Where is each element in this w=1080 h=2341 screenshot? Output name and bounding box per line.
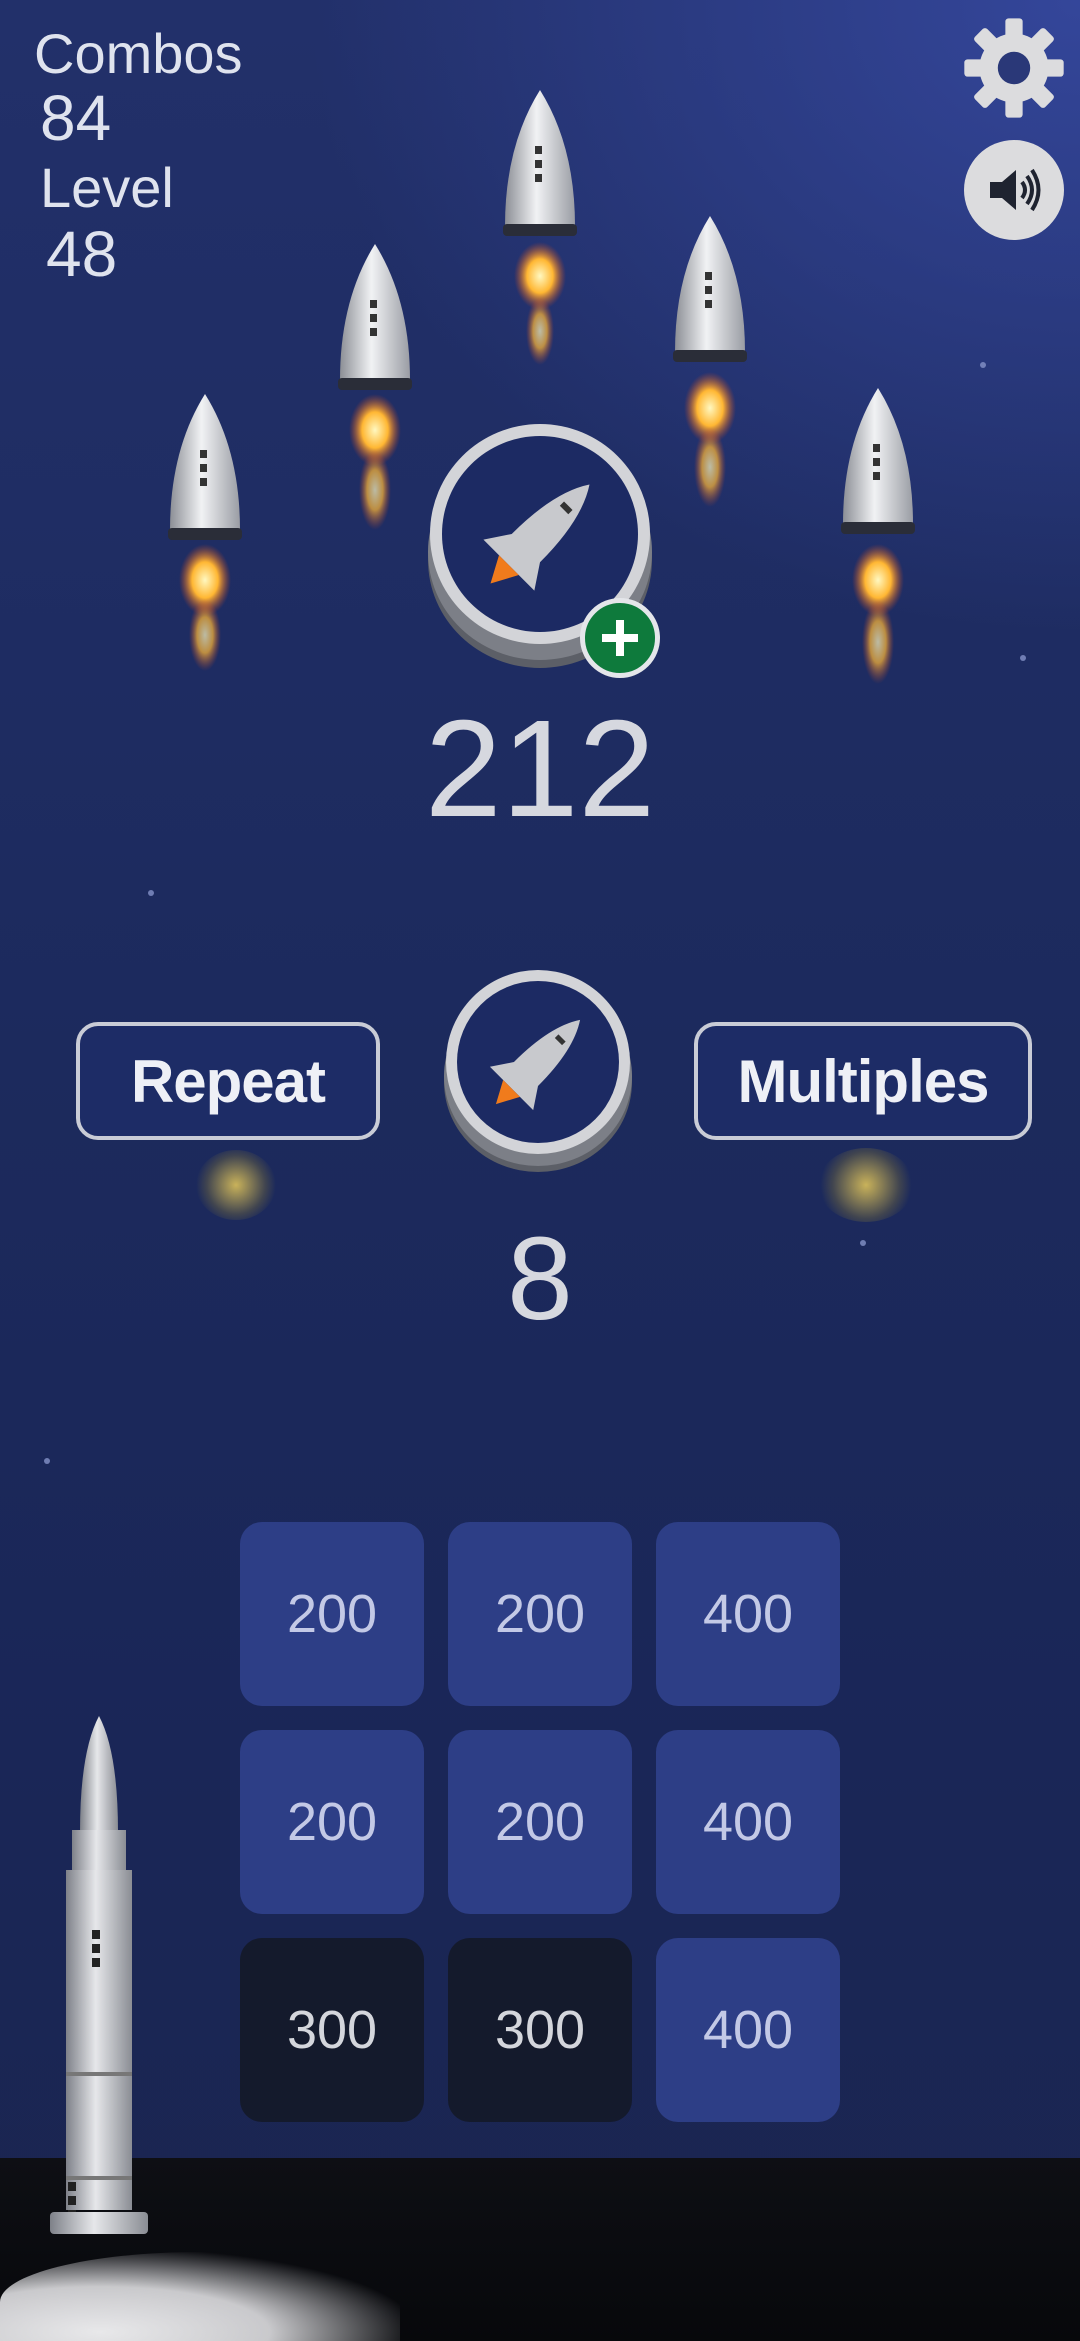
combos-value: 84 xyxy=(40,82,112,154)
rocket-flying xyxy=(168,394,242,671)
level-value: 48 xyxy=(46,218,118,290)
star xyxy=(980,362,986,368)
star xyxy=(148,890,154,896)
multiples-button[interactable]: Multiples xyxy=(694,1022,1032,1140)
settings-button[interactable] xyxy=(960,14,1068,122)
grid-tile[interactable]: 400 xyxy=(656,1730,840,1914)
level-label: Level xyxy=(40,156,174,219)
grid-tile[interactable]: 200 xyxy=(448,1522,632,1706)
launch-rocket xyxy=(50,1716,148,2234)
smoke-puff xyxy=(818,1148,914,1222)
add-rockets-button[interactable] xyxy=(580,598,660,678)
smoke-puff xyxy=(196,1150,276,1220)
combos-label: Combos xyxy=(34,22,243,85)
speaker-icon xyxy=(990,168,1041,212)
space-shuttle-icon xyxy=(444,970,632,1172)
grid-tile[interactable]: 200 xyxy=(240,1522,424,1706)
grid-tile[interactable]: 200 xyxy=(240,1730,424,1914)
star xyxy=(1020,655,1026,661)
rocket-coin-small xyxy=(438,970,642,1184)
game-stage: Combos 84 Level 48 212 Repeat Multiples … xyxy=(0,0,1080,2341)
grid-tile[interactable]: 300 xyxy=(448,1938,632,2122)
grid-tile[interactable]: 400 xyxy=(656,1938,840,2122)
star xyxy=(860,1240,866,1246)
rocket-flying xyxy=(338,244,412,530)
star xyxy=(44,1458,50,1464)
rocket-flying xyxy=(841,388,915,684)
rockets-total: 212 xyxy=(424,692,656,846)
grid-tile[interactable]: 400 xyxy=(656,1522,840,1706)
gear-icon xyxy=(964,18,1064,118)
rocket-flying xyxy=(673,216,747,507)
repeat-button[interactable]: Repeat xyxy=(76,1022,380,1140)
rocket-flying xyxy=(503,90,577,365)
rockets-turn: 8 xyxy=(507,1213,573,1345)
grid-tile[interactable]: 200 xyxy=(448,1730,632,1914)
grid-tile[interactable]: 300 xyxy=(240,1938,424,2122)
sound-button[interactable] xyxy=(964,140,1064,240)
plus-icon xyxy=(602,620,638,656)
